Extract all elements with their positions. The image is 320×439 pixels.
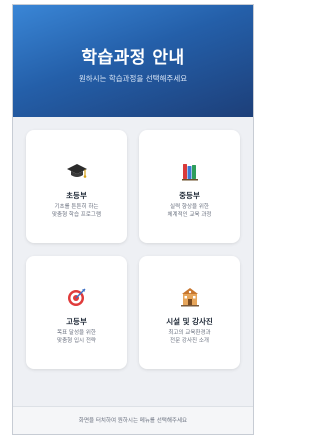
page-title: 학습과정 안내 [81,48,185,68]
course-card-high[interactable]: 고등부 목표 달성을 위한 맞춤형 입시 전략 [26,256,127,369]
header-banner: 학습과정 안내 원하시는 학습과정을 선택해주세요 [13,5,253,117]
card-title: 시설 및 강사진 [166,317,213,326]
books-icon [139,160,240,182]
course-card-middle[interactable]: 중등부 실력 향상을 위한 체계적인 교육 과정 [139,130,240,243]
card-description: 최고의 교육환경과 전문 강사진 소개 [168,330,211,344]
footer-hint: 화면을 터치하여 원하시는 메뉴를 선택해주세요 [13,406,253,434]
card-title: 초등부 [66,191,87,200]
graduation-cap-icon [26,160,127,182]
course-card-facilities[interactable]: 시설 및 강사진 최고의 교육환경과 전문 강사진 소개 [139,256,240,369]
card-description: 기초를 튼튼히 하는 맞춤형 학습 프로그램 [51,204,102,218]
school-building-icon [139,286,240,308]
course-card-elementary[interactable]: 초등부 기초를 튼튼히 하는 맞춤형 학습 프로그램 [26,130,127,243]
card-title: 중등부 [179,191,200,200]
card-title: 고등부 [66,317,87,326]
card-description: 실력 향상을 위한 체계적인 교육 과정 [167,204,212,218]
page-subtitle: 원하시는 학습과정을 선택해주세요 [78,74,188,83]
card-description: 목표 달성을 위한 맞춤형 입시 전략 [57,330,96,344]
target-icon [26,286,127,308]
kiosk-screen: 학습과정 안내 원하시는 학습과정을 선택해주세요 초등부 기초를 튼튼히 하는… [12,4,254,435]
